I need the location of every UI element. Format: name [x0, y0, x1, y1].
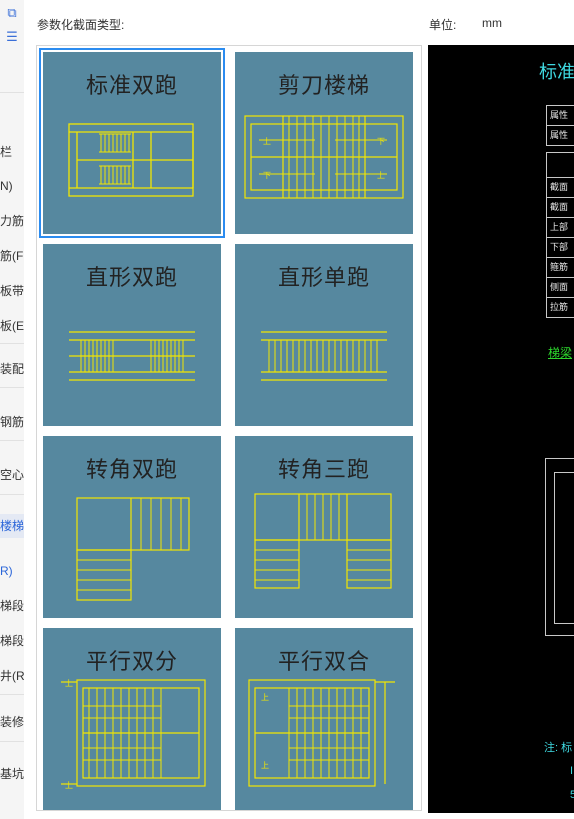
preview-note-line: I — [570, 765, 574, 777]
section-preview-canvas: 标准 属性 属性 截面 截面 上部 下部 箍筋 侧面 拉筋 梯梁 注: 标 I … — [428, 45, 574, 813]
sidebar-item-2[interactable]: 力筋 — [0, 209, 24, 233]
preview-table-row: 下部 — [547, 238, 574, 258]
preview-table-row: 侧面 — [547, 278, 574, 298]
sidebar-item-7[interactable]: 钢筋 — [0, 410, 24, 434]
tile-standard-double-run[interactable]: 标准双跑 — [39, 48, 225, 238]
sidebar-item-3[interactable]: 筋(F — [0, 244, 24, 268]
preview-table-row: 截面 — [547, 178, 574, 198]
tile-card: 直形双跑 — [43, 244, 221, 426]
preview-property-table-2: 截面 截面 上部 下部 箍筋 侧面 拉筋 — [546, 152, 574, 318]
sidebar-item-12[interactable]: 梯段 — [0, 629, 24, 653]
tile-card: 标准双跑 — [43, 52, 221, 234]
sidebar-item-stairs[interactable]: 楼梯 — [0, 514, 24, 538]
svg-text:上: 上 — [65, 679, 73, 688]
left-sidebar: ⧉ ☰ 栏 N) 力筋 筋(F 板带 板(E 装配 钢筋 空心 楼梯 R) 梯段… — [0, 0, 24, 819]
sidebar-item-14[interactable]: 装修 — [0, 710, 24, 734]
sidebar-item-8[interactable]: 空心 — [0, 463, 24, 487]
preview-note-line: 5 — [570, 789, 574, 801]
tile-straight-single-run[interactable]: 直形单跑 — [231, 240, 417, 430]
svg-text:上: 上 — [377, 171, 385, 180]
preview-property-table: 属性 属性 — [546, 105, 574, 146]
stair-diagram-standard-double-icon — [68, 123, 194, 197]
preview-table-row: 属性 — [550, 130, 569, 140]
unit-value: mm — [482, 16, 502, 30]
copy-icon[interactable]: ⧉ — [3, 4, 21, 22]
sidebar-divider — [0, 694, 24, 695]
stair-diagram-straight-single-icon — [261, 331, 387, 381]
stair-diagram-corner-triple-icon — [254, 493, 392, 589]
stair-diagram-straight-double-icon — [69, 331, 195, 381]
sidebar-item-10[interactable]: R) — [0, 559, 24, 583]
sidebar-divider — [0, 741, 24, 742]
tile-scissor-stairs[interactable]: 剪刀楼梯 上下 下上 — [231, 48, 417, 238]
stair-diagram-parallel-split-icon: 上上 — [61, 679, 206, 790]
tile-card: 直形单跑 — [235, 244, 413, 426]
stair-diagram-parallel-merge-icon: 上上 — [248, 679, 395, 787]
tile-corner-double-run[interactable]: 转角双跑 — [39, 432, 225, 622]
tile-card: 平行双合 上上 — [235, 628, 413, 810]
unit-label: 单位: — [429, 18, 457, 32]
tile-card: 转角双跑 — [43, 436, 221, 618]
section-type-grid: 标准双跑 剪刀楼梯 上 下 下 上 直形双跑 直形单跑 转角双跑 转角三跑 平行… — [36, 45, 422, 811]
sidebar-item-1[interactable]: N) — [0, 174, 24, 198]
stair-diagram-corner-double-icon — [76, 497, 190, 601]
sidebar-item-4[interactable]: 板带 — [0, 279, 24, 303]
sidebar-divider — [0, 440, 24, 441]
stair-diagram-scissor-icon: 上下 下上 — [244, 115, 404, 199]
sidebar-divider — [0, 494, 24, 495]
sidebar-top-icons: ⧉ ☰ — [3, 4, 23, 52]
tile-card: 转角三跑 — [235, 436, 413, 618]
svg-text:上: 上 — [65, 781, 73, 790]
sidebar-item-6[interactable]: 装配 — [0, 357, 24, 381]
tile-parallel-merge[interactable]: 平行双合 上上 — [231, 624, 417, 814]
preview-table-row: 拉筋 — [550, 302, 569, 312]
tile-corner-triple-run[interactable]: 转角三跑 — [231, 432, 417, 622]
preview-section-inner — [554, 472, 574, 624]
sidebar-item-5[interactable]: 板(E — [0, 314, 24, 338]
preview-title: 标准 — [539, 62, 574, 82]
preview-table-row — [547, 153, 574, 178]
svg-text:上: 上 — [263, 137, 271, 146]
preview-stair-beam-link[interactable]: 梯梁 — [548, 344, 572, 361]
sidebar-item-11[interactable]: 梯段 — [0, 594, 24, 618]
preview-table-row: 属性 — [547, 106, 574, 126]
sidebar-divider — [0, 343, 24, 344]
tile-card: 平行双分 上上 — [43, 628, 221, 810]
preview-table-row: 上部 — [547, 218, 574, 238]
preview-table-row: 截面 — [547, 198, 574, 218]
tile-parallel-split[interactable]: 平行双分 上上 — [39, 624, 225, 814]
preview-note: 注: 标 — [544, 742, 573, 754]
sidebar-item-13[interactable]: 井(R — [0, 664, 24, 688]
section-type-label: 参数化截面类型: — [37, 18, 125, 32]
sidebar-item-15[interactable]: 基坑 — [0, 762, 24, 786]
sidebar-item-0[interactable]: 栏 — [0, 140, 24, 164]
sidebar-divider — [0, 92, 24, 93]
svg-text:上: 上 — [261, 693, 269, 702]
preview-table-row: 箍筋 — [547, 258, 574, 278]
sidebar-divider — [0, 387, 24, 388]
tile-card: 剪刀楼梯 上下 下上 — [235, 52, 413, 234]
list-icon[interactable]: ☰ — [3, 28, 21, 46]
svg-text:下: 下 — [263, 171, 271, 180]
svg-text:上: 上 — [261, 761, 269, 770]
tile-straight-double-run[interactable]: 直形双跑 — [39, 240, 225, 430]
svg-text:下: 下 — [377, 137, 385, 146]
